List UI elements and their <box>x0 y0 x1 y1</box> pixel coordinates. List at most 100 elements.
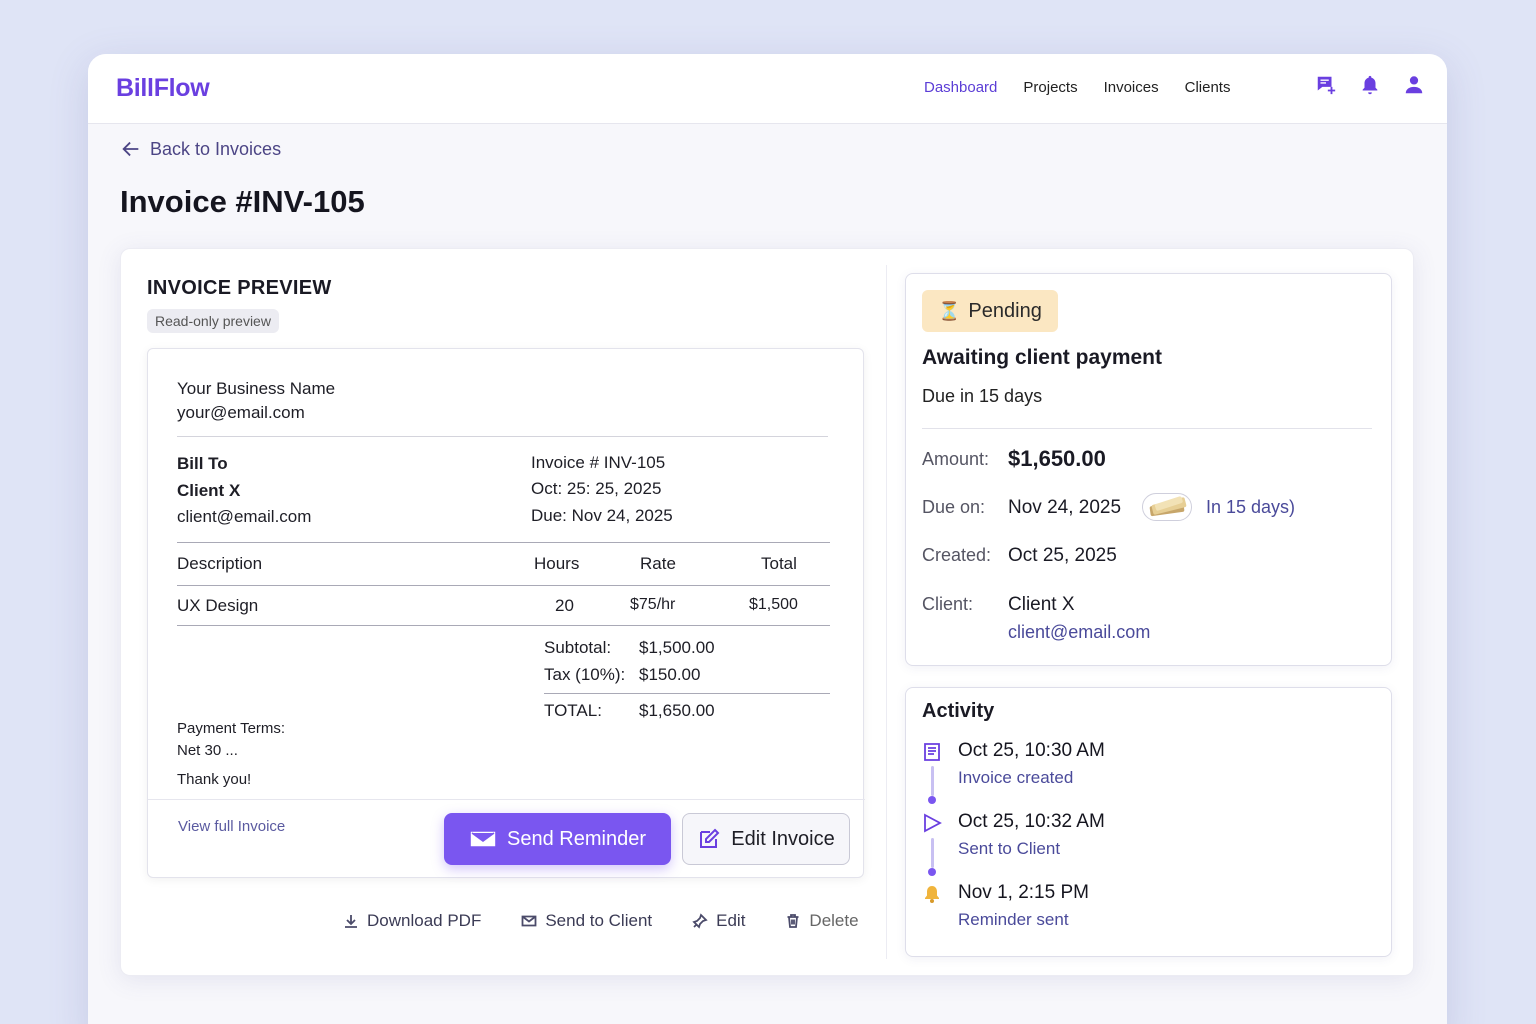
row-hours: 20 <box>555 596 574 615</box>
timeline-line <box>931 766 934 796</box>
col-total: Total <box>761 554 797 573</box>
due-relative: In 15 days) <box>1206 497 1296 517</box>
status-divider <box>922 428 1372 429</box>
arrow-left-icon <box>122 141 139 157</box>
row-description: UX Design <box>177 596 259 615</box>
activity-time: Oct 25, 10:30 AM <box>958 740 1105 761</box>
divider <box>177 436 828 437</box>
page-title: Invoice #INV-105 <box>120 184 365 219</box>
col-description: Description <box>177 554 263 573</box>
tax-label: Tax (10%): <box>544 665 626 684</box>
back-label: Back to Invoices <box>150 138 282 159</box>
timeline-line <box>931 838 934 868</box>
pending-label: Pending <box>968 299 1042 322</box>
client-email-link[interactable]: client@email.com <box>1008 622 1150 643</box>
invoice-date: Oct: 25: 25, 2025 <box>531 479 662 498</box>
row-total: $1,500 <box>749 596 798 613</box>
table-bottom-rule <box>177 625 830 626</box>
table-header-rule <box>177 585 830 586</box>
nav-clients[interactable]: Clients <box>1185 79 1231 96</box>
activity-time: Nov 1, 2:15 PM <box>958 882 1089 903</box>
preview-title: INVOICE PREVIEW <box>147 277 332 299</box>
status-card: ⏳ Pending Awaiting client payment Due in… <box>905 273 1392 666</box>
invoice-number: Invoice # INV-105 <box>531 453 666 472</box>
money-icon <box>1142 493 1192 521</box>
download-pdf-label: Download PDF <box>367 911 482 930</box>
delete-button[interactable]: Delete <box>785 911 859 931</box>
invoice-due: Due: Nov 24, 2025 <box>531 506 673 525</box>
bill-to-email: client@email.com <box>177 507 312 526</box>
activity-desc: Invoice created <box>958 768 1074 787</box>
hourglass-icon: ⏳ <box>938 300 961 321</box>
nav-projects[interactable]: Projects <box>1023 79 1077 96</box>
due-label: Due on: <box>922 497 986 517</box>
send-icon <box>922 813 944 835</box>
bill-to-label: Bill To <box>177 454 228 473</box>
download-pdf-button[interactable]: Download PDF <box>343 911 481 931</box>
pending-badge: ⏳ Pending <box>922 290 1058 332</box>
send-reminder-button[interactable]: Send Reminder <box>444 813 671 865</box>
footer-divider <box>148 799 865 800</box>
due-value: Nov 24, 2025 <box>1008 497 1122 518</box>
new-message-icon[interactable] <box>1315 74 1337 96</box>
activity-desc: Reminder sent <box>958 910 1069 929</box>
brand-logo[interactable]: BillFlow <box>116 74 210 103</box>
panel-divider <box>886 265 887 959</box>
edit-label: Edit <box>716 911 746 930</box>
app-window: BillFlow Dashboard Projects Invoices Cli… <box>88 54 1447 1024</box>
business-email: your@email.com <box>177 403 305 422</box>
table-top-rule <box>177 542 830 543</box>
created-value: Oct 25, 2025 <box>1008 545 1117 566</box>
edit-invoice-label: Edit Invoice <box>731 827 835 850</box>
client-label: Client: <box>922 594 974 614</box>
activity-card: Activity Oct 25, 10:30 AM Invoice create… <box>905 687 1392 957</box>
status-subtitle: Due in 15 days <box>922 386 1043 406</box>
totals-rule <box>544 693 830 694</box>
invoice-document: Your Business Name your@email.com Bill T… <box>147 348 865 878</box>
amount-label: Amount: <box>922 449 990 469</box>
user-icon[interactable] <box>1403 74 1425 96</box>
send-to-client-button[interactable]: Send to Client <box>521 911 652 931</box>
download-icon <box>345 915 357 928</box>
main-nav: Dashboard Projects Invoices Clients <box>924 79 1230 96</box>
back-to-invoices-link[interactable]: Back to Invoices <box>120 138 281 160</box>
edit-button[interactable]: Edit <box>692 911 745 931</box>
view-full-invoice-link[interactable]: View full Invoice <box>178 818 285 835</box>
delete-label: Delete <box>809 911 859 930</box>
edit-icon <box>700 828 720 848</box>
thank-you-note: Thank you! <box>177 771 252 788</box>
payment-terms-label: Payment Terms: <box>177 720 286 737</box>
total-value: $1,650.00 <box>639 701 715 720</box>
created-label: Created: <box>922 545 992 565</box>
send-reminder-label: Send Reminder <box>507 827 646 850</box>
edit-invoice-button[interactable]: Edit Invoice <box>682 813 850 865</box>
col-hours: Hours <box>534 554 580 573</box>
timeline-dot <box>928 868 936 876</box>
envelope-icon <box>469 830 497 848</box>
nav-invoices[interactable]: Invoices <box>1104 79 1159 96</box>
status-title: Awaiting client payment <box>922 346 1162 369</box>
top-navbar: BillFlow Dashboard Projects Invoices Cli… <box>88 54 1447 124</box>
read-only-badge: Read-only preview <box>147 309 279 333</box>
subtotal-value: $1,500.00 <box>639 638 715 657</box>
client-value: Client X <box>1008 594 1075 615</box>
invoice-actions: Download PDF Send to Client Edit Delete <box>343 911 859 931</box>
col-rate: Rate <box>640 554 676 573</box>
timeline-dot <box>928 796 936 804</box>
invoice-panel: INVOICE PREVIEW Read-only preview Your B… <box>120 248 1414 976</box>
mail-icon <box>521 915 537 927</box>
activity-desc: Sent to Client <box>958 839 1061 858</box>
amount-value: $1,650.00 <box>1008 446 1106 471</box>
nav-dashboard[interactable]: Dashboard <box>924 79 997 96</box>
tax-value: $150.00 <box>639 665 701 684</box>
bell-icon <box>922 884 944 906</box>
pin-icon <box>692 913 708 929</box>
business-name: Your Business Name <box>177 379 336 398</box>
bell-icon[interactable] <box>1359 74 1381 96</box>
payment-terms-value: Net 30 ... <box>177 742 238 759</box>
document-icon <box>922 742 944 764</box>
trash-icon <box>787 914 799 928</box>
total-label: TOTAL: <box>544 701 602 720</box>
activity-time: Oct 25, 10:32 AM <box>958 811 1105 832</box>
row-rate: $75/hr <box>630 596 676 613</box>
